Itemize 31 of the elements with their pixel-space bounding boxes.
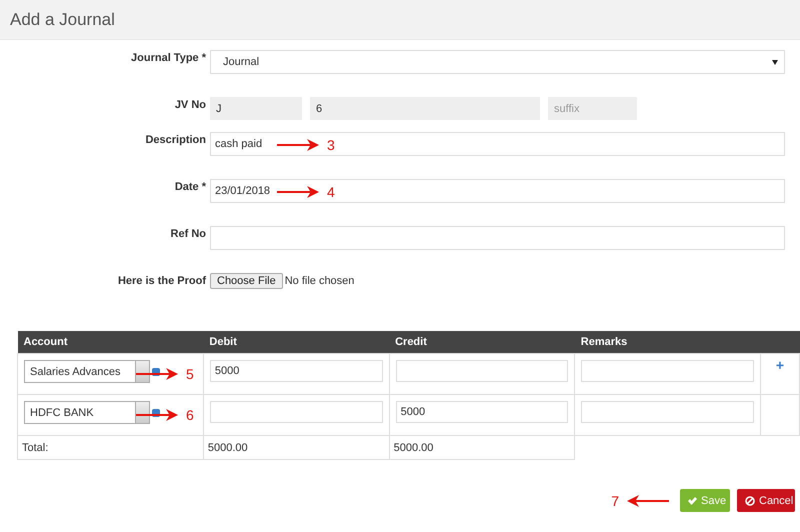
column-header: Credit xyxy=(389,331,575,354)
field-label: Here is the Proof xyxy=(116,274,206,289)
jv-number-field[interactable]: suffix xyxy=(548,97,637,120)
field-label: Journal Type * xyxy=(130,51,206,66)
field-label: JV No xyxy=(174,98,206,113)
total-debit: 5000.00 xyxy=(203,436,390,460)
add-row-button[interactable]: + xyxy=(776,357,784,373)
cancel-button[interactable]: Cancel xyxy=(737,489,795,512)
debit-field[interactable]: 5000 xyxy=(210,360,383,382)
jv-number-field[interactable]: J xyxy=(210,97,302,120)
annotation-number: 7 xyxy=(611,492,619,508)
field-label: Description xyxy=(144,133,206,148)
total-credit: 5000.00 xyxy=(389,436,575,460)
column-header: Account xyxy=(18,331,204,354)
annotation-number: 6 xyxy=(186,407,194,423)
annotation-number: 3 xyxy=(327,137,335,153)
credit-field[interactable]: 5000 xyxy=(396,401,568,423)
column-header: Remarks xyxy=(574,331,760,354)
field-label: Date * xyxy=(174,180,206,195)
annotation-number: 4 xyxy=(327,184,335,200)
file-status: No file chosen xyxy=(284,275,354,287)
page-title: Add a Journal xyxy=(10,10,115,30)
field-label: Ref No xyxy=(170,227,206,242)
choose-file-button[interactable]: Choose File xyxy=(210,273,283,289)
annotation-number: 5 xyxy=(186,366,194,382)
journal-type-dropdown[interactable]: Journal xyxy=(210,50,785,74)
column-header: Debit xyxy=(203,331,390,354)
account-dropdown[interactable]: Salaries Advances xyxy=(24,360,150,383)
account-dropdown[interactable]: HDFC BANK xyxy=(24,401,150,424)
total-label: Total: xyxy=(18,436,204,460)
jv-number-field[interactable]: 6 xyxy=(310,97,540,120)
